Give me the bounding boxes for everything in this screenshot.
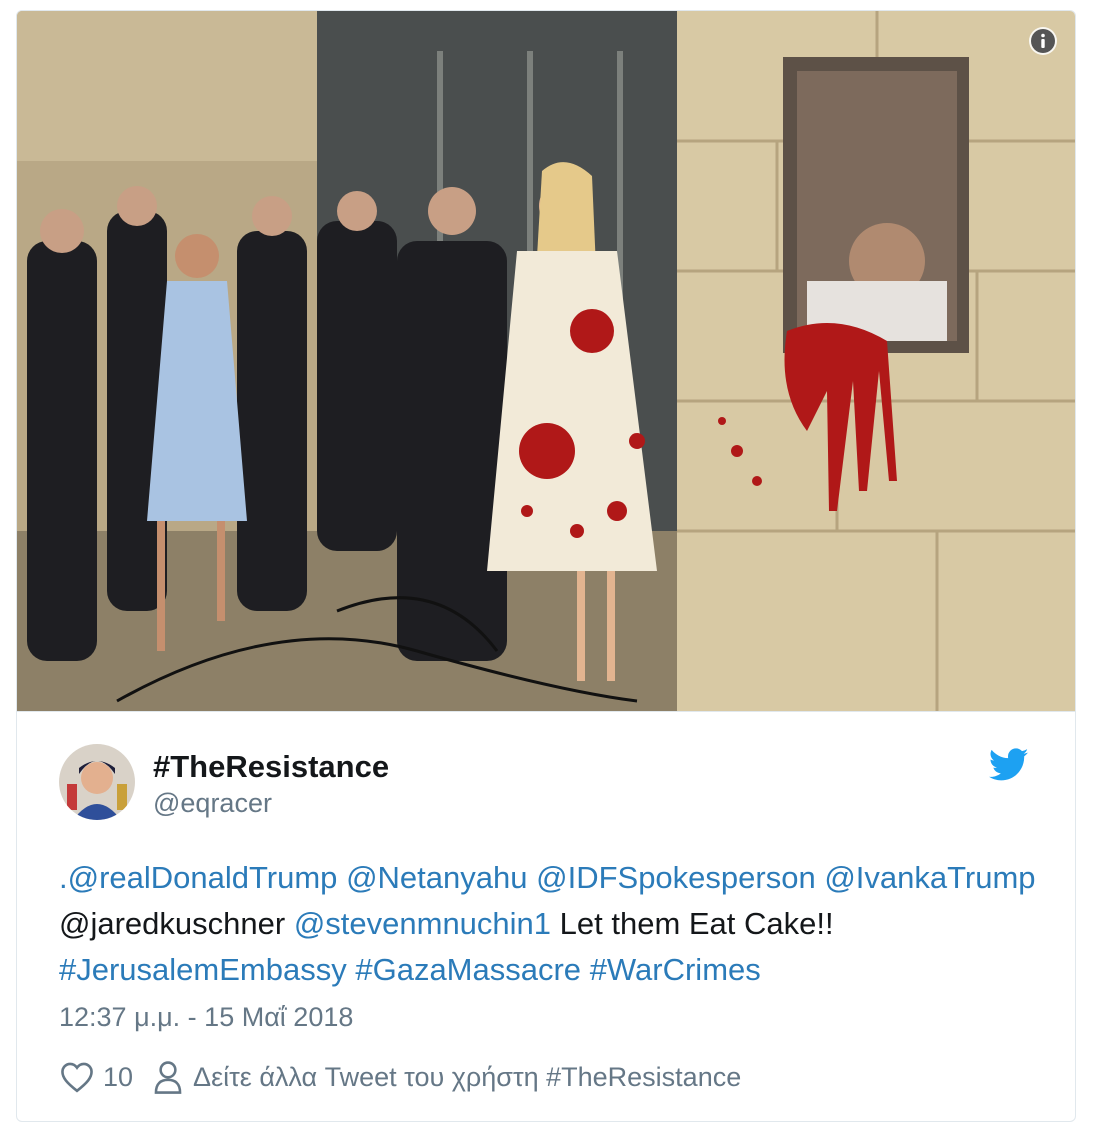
user-handle[interactable]: @eqracer [153,788,272,819]
see-more-tweets-label: Δείτε άλλα Tweet του χρήστη #TheResistan… [193,1061,742,1092]
mention-netanyahu[interactable]: @Netanyahu [346,860,527,895]
mention-realdonaldtrump[interactable]: .@realDonaldTrump [59,860,337,895]
like-count: 10 [103,1061,134,1092]
display-name[interactable]: #TheResistance [153,749,389,785]
tweet-text: .@realDonaldTrump @Netanyahu @IDFSpokesp… [59,855,1039,993]
person-icon [154,1061,182,1094]
info-button[interactable] [1029,27,1057,55]
like-action[interactable]: 10 [59,1061,133,1093]
mention-ivankatrump[interactable]: @IvankaTrump [824,860,1035,895]
avatar[interactable] [59,744,135,820]
tweet-photo[interactable] [17,11,1075,711]
mention-stevenmnuchin1[interactable]: @stevenmnuchin1 [294,906,551,941]
tweet-actions: 10 Δείτε άλλα Tweet του χρήστη #TheResis… [59,1057,741,1097]
hashtag-warcrimes[interactable]: #WarCrimes [590,952,761,987]
twitter-bird-icon [988,748,1029,781]
see-more-tweets-link[interactable]: Δείτε άλλα Tweet του χρήστη #TheResistan… [153,1060,741,1094]
text-plain-let-them: Let them Eat Cake!! [551,906,834,941]
hashtag-gazamassacre[interactable]: #GazaMassacre [355,952,581,987]
tweet-body: #TheResistance @eqracer .@realDonaldTrum… [17,711,1075,1121]
heart-icon [61,1062,93,1093]
info-icon [1031,29,1055,53]
text-space [337,860,346,895]
text-plain-jaredkuschner: @jaredkuschner [59,906,294,941]
tweet-timestamp[interactable]: 12:37 μ.μ. - 15 Μαΐ 2018 [59,1002,353,1033]
text-space [581,952,590,987]
mention-idfspokesperson[interactable]: @IDFSpokesperson [536,860,816,895]
avatar-image [59,744,135,820]
photo-illustration [17,11,1075,711]
embedded-tweet-card: #TheResistance @eqracer .@realDonaldTrum… [16,10,1076,1122]
twitter-logo[interactable] [988,748,1029,782]
hashtag-jerusalemembassy[interactable]: #JerusalemEmbassy [59,952,347,987]
text-space [527,860,536,895]
